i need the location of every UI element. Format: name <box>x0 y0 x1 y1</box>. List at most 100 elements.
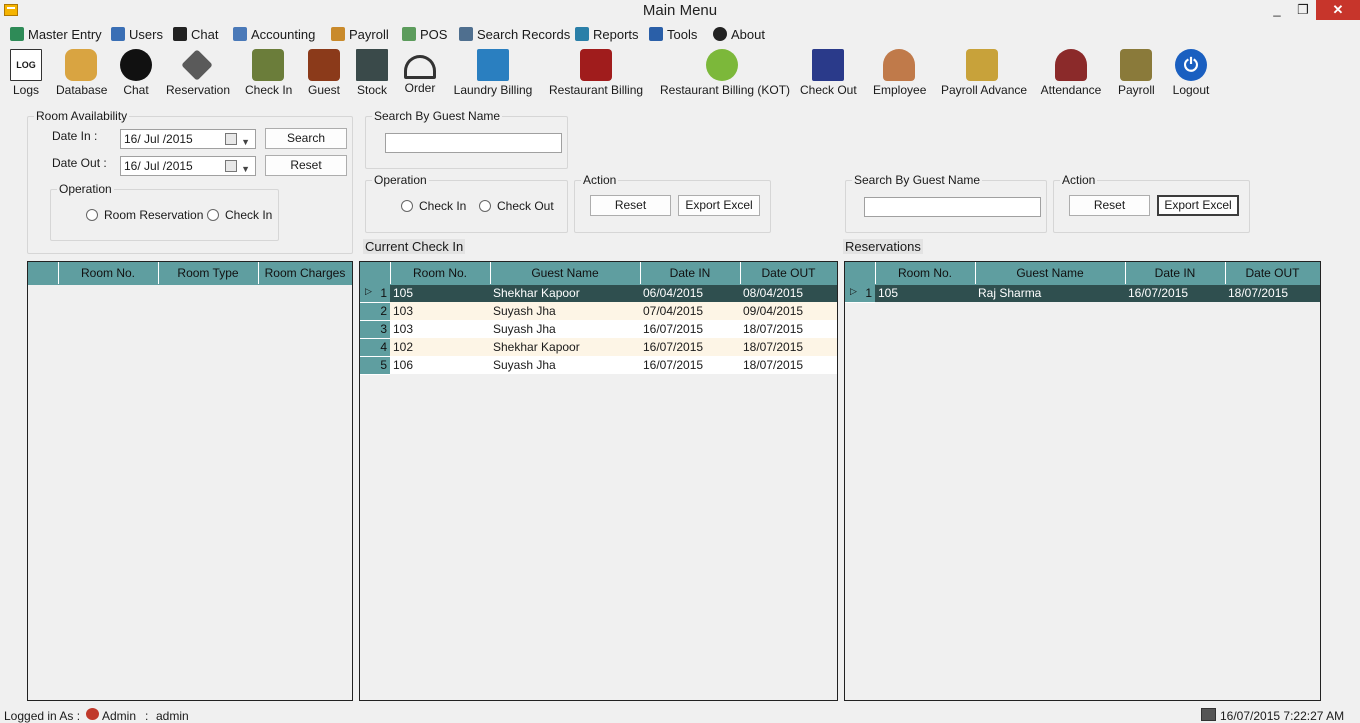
column-header-room-no[interactable]: Room No. <box>875 262 976 285</box>
toolbar-employee[interactable]: Employee <box>873 49 926 97</box>
table-row[interactable]: 4 102 Shekhar Kapoor 16/07/2015 18/07/20… <box>360 338 837 357</box>
cell-guest[interactable]: Suyash Jha <box>490 356 640 374</box>
cell-date-in[interactable]: 16/07/2015 <box>640 320 740 338</box>
radio-circle-icon[interactable] <box>479 200 491 212</box>
cell-date-out[interactable]: 18/07/2015 <box>740 356 837 374</box>
table-row[interactable]: 2 103 Suyash Jha 07/04/2015 09/04/2015 <box>360 302 837 321</box>
reservation-reset-button[interactable]: Reset <box>1069 195 1150 216</box>
column-header-room-no[interactable]: Room No. <box>58 262 159 285</box>
menu-chat[interactable]: Chat <box>173 25 218 43</box>
checkin-reset-button[interactable]: Reset <box>590 195 671 216</box>
cell-guest[interactable]: Suyash Jha <box>490 320 640 338</box>
toolbar-database[interactable]: Database <box>56 49 107 97</box>
table-row[interactable]: ▷ 1 105 Shekhar Kapoor 06/04/2015 08/04/2… <box>360 284 837 303</box>
cell-date-out[interactable]: 18/07/2015 <box>740 320 837 338</box>
toolbar-check-out[interactable]: Check Out <box>800 49 857 97</box>
toolbar-guest[interactable]: Guest <box>307 49 341 97</box>
menu-payroll[interactable]: Payroll <box>331 25 389 43</box>
cell-room[interactable]: 105 <box>875 284 975 302</box>
toolbar-restaurant-billing[interactable]: Restaurant Billing <box>549 49 643 97</box>
cell-guest[interactable]: Suyash Jha <box>490 302 640 320</box>
row-header[interactable]: 3 <box>360 320 390 339</box>
row-header[interactable]: ▷ 1 <box>845 284 875 303</box>
table-row[interactable]: 3 103 Suyash Jha 16/07/2015 18/07/2015 <box>360 320 837 339</box>
checkin-export-excel-button[interactable]: Export Excel <box>678 195 760 216</box>
toolbar-attendance[interactable]: Attendance <box>1040 49 1102 97</box>
cell-date-in[interactable]: 16/07/2015 <box>640 356 740 374</box>
date-in-picker[interactable]: 16/ Jul /2015 ▼ <box>120 129 256 149</box>
chevron-down-icon[interactable]: ▼ <box>241 160 250 178</box>
radio-circle-icon[interactable] <box>86 209 98 221</box>
table-row[interactable]: 5 106 Suyash Jha 16/07/2015 18/07/2015 <box>360 356 837 375</box>
toolbar-stock[interactable]: Stock <box>356 49 388 97</box>
column-header-date-in[interactable]: Date IN <box>1125 262 1226 285</box>
cell-guest[interactable]: Shekhar Kapoor <box>490 338 640 356</box>
reservations-grid[interactable]: Room No. Guest Name Date IN Date OUT ▷ 1 … <box>844 261 1321 701</box>
cell-room[interactable]: 105 <box>390 284 490 302</box>
cell-date-in[interactable]: 16/07/2015 <box>1125 284 1225 302</box>
radio-circle-icon[interactable] <box>401 200 413 212</box>
column-header-guest-name[interactable]: Guest Name <box>490 262 641 285</box>
toolbar-logs[interactable]: LOG Logs <box>10 49 42 97</box>
column-header-date-out[interactable]: Date OUT <box>1225 262 1320 285</box>
rooms-grid[interactable]: Room No. Room Type Room Charges <box>27 261 353 701</box>
reservation-export-excel-button[interactable]: Export Excel <box>1157 195 1239 216</box>
check-in-radio[interactable]: Check In <box>207 208 272 222</box>
column-header-room-type[interactable]: Room Type <box>158 262 259 285</box>
cell-room[interactable]: 103 <box>390 302 490 320</box>
date-out-picker[interactable]: 16/ Jul /2015 ▼ <box>120 156 256 176</box>
cell-date-out[interactable]: 18/07/2015 <box>740 338 837 356</box>
close-button[interactable]: ✕ <box>1316 0 1360 20</box>
toolbar-restaurant-billing-kot[interactable]: Restaurant Billing (KOT) <box>660 49 790 97</box>
chevron-down-icon[interactable]: ▼ <box>241 133 250 151</box>
cell-room[interactable]: 103 <box>390 320 490 338</box>
column-header-date-out[interactable]: Date OUT <box>740 262 837 285</box>
cell-guest[interactable]: Raj Sharma <box>975 284 1125 302</box>
toolbar-order[interactable]: Order <box>403 49 437 95</box>
cell-room[interactable]: 102 <box>390 338 490 356</box>
column-header-room-charges[interactable]: Room Charges <box>258 262 352 285</box>
reset-button[interactable]: Reset <box>265 155 347 176</box>
column-header-date-in[interactable]: Date IN <box>640 262 741 285</box>
menu-master-entry[interactable]: Master Entry <box>10 25 102 43</box>
minimize-button[interactable]: _ <box>1264 0 1290 20</box>
cell-date-out[interactable]: 09/04/2015 <box>740 302 837 320</box>
room-reservation-radio[interactable]: Room Reservation <box>86 208 203 222</box>
table-row[interactable]: ▷ 1 105 Raj Sharma 16/07/2015 18/07/2015 <box>845 284 1320 303</box>
menu-users[interactable]: Users <box>111 25 163 43</box>
radio-circle-icon[interactable] <box>207 209 219 221</box>
toolbar-payroll[interactable]: Payroll <box>1118 49 1155 97</box>
cell-date-in[interactable]: 16/07/2015 <box>640 338 740 356</box>
toolbar-reservation[interactable]: Reservation <box>166 49 230 97</box>
calendar-icon[interactable] <box>225 133 237 145</box>
menu-search-records[interactable]: Search Records <box>459 25 570 43</box>
menu-accounting[interactable]: Accounting <box>233 25 315 43</box>
menu-tools[interactable]: Tools <box>649 25 697 43</box>
menu-reports[interactable]: Reports <box>575 25 639 43</box>
cell-guest[interactable]: Shekhar Kapoor <box>490 284 640 302</box>
row-header[interactable]: 5 <box>360 356 390 375</box>
toolbar-payroll-advance[interactable]: Payroll Advance <box>941 49 1027 97</box>
column-header-room-no[interactable]: Room No. <box>390 262 491 285</box>
toolbar-laundry-billing[interactable]: Laundry Billing <box>453 49 533 97</box>
maximize-button[interactable]: ❐ <box>1290 0 1316 20</box>
row-header[interactable]: 4 <box>360 338 390 357</box>
cell-date-in[interactable]: 06/04/2015 <box>640 284 740 302</box>
checkin-guest-search-input[interactable] <box>385 133 562 153</box>
cell-date-out[interactable]: 18/07/2015 <box>1225 284 1320 302</box>
calendar-icon[interactable] <box>225 160 237 172</box>
row-header[interactable]: ▷ 1 <box>360 284 390 303</box>
check-out-radio[interactable]: Check Out <box>479 199 554 213</box>
menu-about[interactable]: About <box>713 25 765 43</box>
reservation-guest-search-input[interactable] <box>864 197 1041 217</box>
menu-pos[interactable]: POS <box>402 25 447 43</box>
row-header[interactable]: 2 <box>360 302 390 321</box>
search-button[interactable]: Search <box>265 128 347 149</box>
toolbar-chat[interactable]: Chat <box>120 49 152 97</box>
check-in-radio[interactable]: Check In <box>401 199 466 213</box>
toolbar-check-in[interactable]: Check In <box>245 49 292 97</box>
current-check-in-grid[interactable]: Room No. Guest Name Date IN Date OUT ▷ 1 … <box>359 261 838 701</box>
column-header-guest-name[interactable]: Guest Name <box>975 262 1126 285</box>
toolbar-logout[interactable]: ⏻ Logout <box>1170 49 1212 97</box>
cell-room[interactable]: 106 <box>390 356 490 374</box>
